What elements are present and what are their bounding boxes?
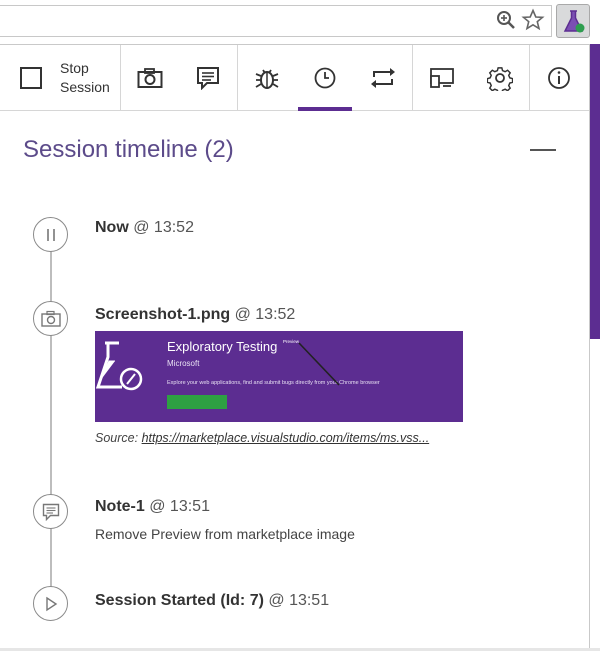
settings-button[interactable] [471,45,529,110]
timeline-node-note [33,494,68,529]
thumbnail-install-button [167,395,227,409]
thumbnail-description: Explore your web applications, find and … [167,380,380,386]
repeat-icon [371,67,395,88]
pause-icon [46,228,55,241]
flask-logo-icon [95,341,143,391]
source-prefix: Source: [95,431,139,445]
entry-label: Note-1 [95,498,145,515]
info-icon [548,66,570,89]
collapse-button[interactable] [530,149,556,151]
camera-icon [40,310,61,327]
info-button[interactable] [530,45,588,110]
file-bug-button[interactable] [238,45,296,110]
thumbnail-title: Exploratory Testing [167,339,278,354]
entry-time: @ 13:51 [268,592,330,609]
bookmark-star-icon[interactable] [521,8,545,32]
timeline-node-session-started [33,586,68,621]
add-note-button[interactable] [179,45,237,110]
entry-session-started-title: Session Started (Id: 7) @ 13:51 [95,592,329,610]
stop-session-label: Stop Session [60,59,110,95]
section-title: Session timeline (2) [23,136,234,163]
bug-icon [255,69,279,89]
stop-square-icon [20,66,42,89]
flask-icon [563,10,585,33]
timeline-node-now [33,217,68,252]
entry-label: Session Started (Id: 7) [95,592,264,609]
extension-popup: Stop Session Session timeline (2) Now @ … [0,44,590,651]
timeline-button[interactable] [296,45,354,111]
gear-icon [487,66,513,91]
entry-note-title: Note-1 @ 13:51 [95,498,210,516]
devices-button[interactable] [413,45,471,110]
timeline-node-screenshot [33,301,68,336]
thumbnail-publisher: Microsoft [167,359,200,368]
screenshot-source: Source: https://marketplace.visualstudio… [95,431,429,445]
repeat-button[interactable] [354,45,412,110]
extension-button[interactable] [556,4,590,38]
play-icon [45,596,57,611]
screenshot-thumbnail[interactable]: Exploratory Testing Microsoft Explore yo… [95,331,463,422]
browser-toolbar [0,0,600,44]
timeline-line [50,245,52,597]
entry-time: @ 13:52 [133,219,194,236]
devices-icon [430,67,454,88]
background-page-edge [590,44,600,339]
screenshot-button[interactable] [121,45,179,110]
entry-time: @ 13:51 [149,498,210,515]
entry-now-title: Now @ 13:52 [95,219,194,237]
zoom-icon[interactable] [495,9,517,31]
annotation-arrow-icon [298,342,340,386]
entry-screenshot-title: Screenshot-1.png @ 13:52 [95,306,295,324]
entry-label: Screenshot-1.png [95,306,231,323]
note-icon [42,503,59,521]
address-bar[interactable] [0,5,552,37]
entry-label: Now [95,219,129,236]
stop-session-button[interactable]: Stop Session [0,45,120,110]
action-toolbar: Stop Session [0,45,589,111]
entry-time: @ 13:52 [234,306,296,323]
note-text: Remove Preview from marketplace image [95,526,355,542]
source-link[interactable]: https://marketplace.visualstudio.com/ite… [142,431,430,445]
camera-icon [137,67,163,88]
note-icon [197,66,219,90]
clock-icon [314,67,336,88]
